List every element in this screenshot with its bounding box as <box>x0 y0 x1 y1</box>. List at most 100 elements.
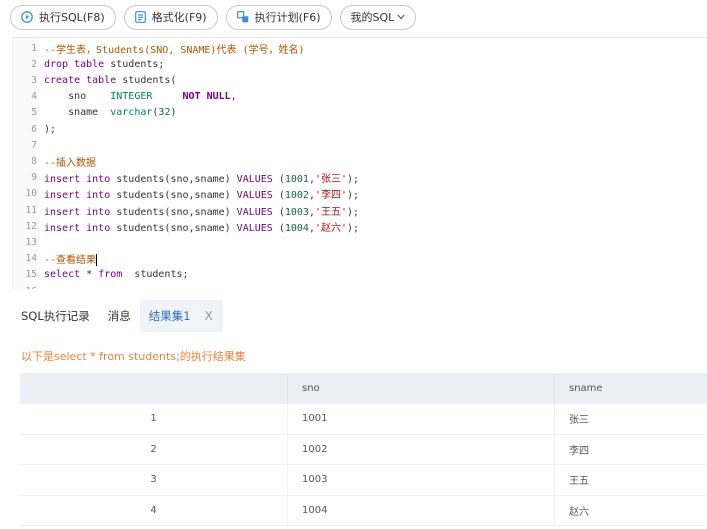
cell-value: 1004 <box>302 504 328 516</box>
table-row[interactable]: 3 1003 王五 <box>20 465 707 496</box>
line-number: 5 <box>31 107 37 119</box>
code-line[interactable]: 9 insert into students(sno,sname) VALUES … <box>13 170 707 186</box>
code-token: VALUES <box>236 174 273 186</box>
code-token: from <box>98 269 123 281</box>
table-header: sno sname <box>20 373 707 404</box>
code-text: insert into students(sno,sname) VALUES (… <box>44 186 359 201</box>
table-cell[interactable]: 1 <box>20 413 287 424</box>
table-cell[interactable]: 4 <box>20 505 287 516</box>
code-line[interactable]: 1 --学生表，Students(SNO, SNAME)代表 (学号，姓名) <box>13 40 707 56</box>
code-token: ( <box>272 206 285 218</box>
code-text: drop table students; <box>44 59 164 70</box>
results-tabs: SQL执行记录 消息 结果集1 X <box>0 300 223 332</box>
header-sno-label: sno <box>302 383 320 394</box>
code-line[interactable]: 10 insert into students(sno,sname) VALUES… <box>13 186 707 202</box>
line-number: 13 <box>25 236 37 248</box>
table-cell[interactable]: 3 <box>20 474 287 485</box>
code-token: VALUES <box>236 222 273 234</box>
code-token: , <box>230 91 237 103</box>
code-line[interactable]: 14 --查看结果 <box>13 251 707 267</box>
code-token: select <box>44 269 81 281</box>
code-token: 1004 <box>284 222 309 234</box>
tab-sql-history[interactable]: SQL执行记录 <box>0 300 99 332</box>
code-text: --查看结果 <box>44 251 98 267</box>
code-line[interactable]: 13 <box>13 234 707 250</box>
code-token: varchar <box>110 107 153 119</box>
code-token: '李四' <box>314 190 348 202</box>
table-cell[interactable]: 1003 <box>287 465 554 495</box>
code-line[interactable]: 4 sno INTEGER NOT NULL, <box>13 89 707 105</box>
execute-sql-button[interactable]: 执行SQL(F8) <box>10 4 116 30</box>
result-table: sno sname 1 1001 张三 2 1002 李四 3 1003 王五 4 1004 赵六 <box>20 373 707 526</box>
table-cell[interactable]: 李四 <box>554 434 707 464</box>
plan-icon <box>236 11 248 23</box>
cell-value: 2 <box>150 443 157 455</box>
code-token: ) <box>170 107 177 119</box>
line-number: 4 <box>31 91 37 103</box>
code-text: --学生表，Students(SNO, SNAME)代表 (学号，姓名) <box>44 41 305 56</box>
tab-messages[interactable]: 消息 <box>99 300 140 332</box>
execution-plan-button[interactable]: 执行计划(F6) <box>225 4 332 30</box>
line-number: 16 <box>13 286 37 289</box>
my-sql-label: 我的SQL <box>350 11 395 24</box>
code-token: VALUES <box>236 206 273 218</box>
format-button[interactable]: 格式化(F9) <box>123 4 218 30</box>
code-line[interactable]: 2 drop table students; <box>13 56 707 72</box>
line-number: 10 <box>25 188 37 200</box>
line-number: 8 <box>31 155 37 167</box>
header-sname-label: sname <box>569 383 603 394</box>
code-token: 32 <box>158 107 171 119</box>
code-token: 1003 <box>284 206 309 218</box>
code-token: ); <box>347 206 360 218</box>
code-line[interactable]: 8 --插入数据 <box>13 153 707 169</box>
my-sql-dropdown[interactable]: 我的SQL <box>339 4 417 30</box>
code-line[interactable]: 16 <box>13 283 707 289</box>
code-line[interactable]: 7 <box>13 137 707 153</box>
tab-result-set-label: 结果集1 <box>148 309 191 323</box>
tab-messages-label: 消息 <box>107 309 131 323</box>
code-token: ( <box>272 222 285 234</box>
code-token: insert into <box>44 190 111 202</box>
table-cell[interactable]: 2 <box>20 444 287 455</box>
table-row[interactable]: 1 1001 张三 <box>20 404 707 435</box>
code-line[interactable]: 6); <box>13 121 707 137</box>
table-cell[interactable]: 赵六 <box>554 495 707 525</box>
header-sname[interactable]: sname <box>554 373 707 404</box>
code-token: INTEGER <box>110 91 153 103</box>
table-row[interactable]: 2 1002 李四 <box>20 434 707 465</box>
cell-value: 4 <box>150 504 157 516</box>
code-token: sno <box>44 91 111 103</box>
tab-result-set-1[interactable]: 结果集1 X <box>139 300 223 332</box>
code-line[interactable]: 15 select * from students; <box>13 267 707 283</box>
header-sno[interactable]: sno <box>287 373 554 404</box>
table-cell[interactable]: 张三 <box>554 404 707 434</box>
line-number: 15 <box>25 269 37 281</box>
cell-value: 张三 <box>569 415 589 427</box>
table-cell[interactable]: 1001 <box>287 404 554 434</box>
cell-value: 1003 <box>302 474 328 486</box>
code-token: --插入数据 <box>44 157 97 169</box>
code-text: create table students( <box>44 75 176 86</box>
code-token: * <box>80 269 99 281</box>
cell-value: 李四 <box>569 445 589 457</box>
code-line[interactable]: 5 sname varchar(32) <box>13 105 707 121</box>
code-line[interactable]: 12 insert into students(sno,sname) VALUES… <box>13 218 707 234</box>
table-row[interactable]: 4 1004 赵六 <box>20 495 707 526</box>
code-line[interactable]: 3 create table students( <box>13 72 707 88</box>
toolbar: 执行SQL(F8) 格式化(F9) 执行计划(F6) 我的SQL <box>0 0 707 34</box>
code-token: students( <box>116 74 177 86</box>
cell-value: 赵六 <box>569 506 589 518</box>
sql-editor[interactable]: 1 --学生表，Students(SNO, SNAME)代表 (学号，姓名) 2 dr… <box>12 37 707 289</box>
result-info-text: 以下是select * from students;的执行结果集 <box>21 350 246 363</box>
line-number: 3 <box>31 74 37 86</box>
code-token: students; <box>104 58 165 70</box>
code-token: --学生表，Students(SNO, SNAME)代表 (学号，姓名) <box>44 44 305 56</box>
close-icon[interactable]: X <box>205 309 213 323</box>
code-token: sname <box>44 107 111 119</box>
code-line[interactable]: 11 insert into students(sno,sname) VALUES… <box>13 202 707 218</box>
table-cell[interactable]: 王五 <box>554 465 707 495</box>
table-cell[interactable]: 1002 <box>287 434 554 464</box>
table-cell[interactable]: 1004 <box>287 495 554 525</box>
code-text: --插入数据 <box>44 154 96 169</box>
format-label: 格式化(F9) <box>151 11 207 24</box>
